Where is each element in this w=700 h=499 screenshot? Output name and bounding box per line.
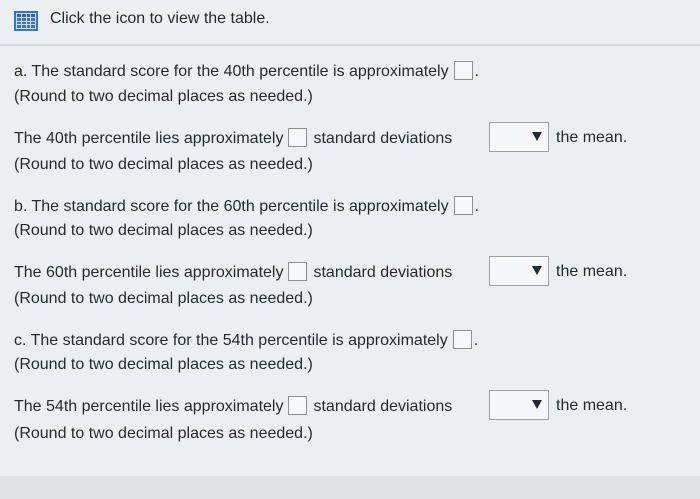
direction-dropdown-b[interactable] — [489, 256, 549, 286]
dropdown-arrow-icon — [532, 400, 542, 409]
question-b-score: b. The standard score for the 60th perce… — [14, 196, 479, 217]
question-c-score-label: c. The standard score for the 54th perce… — [14, 332, 448, 349]
answer-c-score-input[interactable] — [452, 330, 472, 349]
question-a-lies: The 40th percentile lies approximately st… — [14, 128, 452, 149]
question-b-score-label: b. The standard score for the 60th perce… — [14, 198, 449, 215]
question-b-lies: The 60th percentile lies approximately st… — [14, 262, 452, 283]
the-mean-label: the mean. — [556, 397, 628, 414]
standard-deviations-label: standard deviations — [313, 130, 453, 147]
answer-a-sd-input[interactable] — [288, 128, 308, 147]
question-c-score-round-note: (Round to two decimal places as needed.) — [14, 356, 313, 373]
period: . — [473, 332, 479, 349]
the-mean-label: the mean. — [556, 263, 628, 280]
question-c-lies-round-note: (Round to two decimal places as needed.) — [14, 425, 313, 442]
question-a-score-label: a. The standard score for the 40th perce… — [14, 63, 449, 80]
period: . — [474, 63, 480, 80]
answer-c-sd-input[interactable] — [288, 396, 308, 415]
question-a-lies-round-note: (Round to two decimal places as needed.) — [14, 156, 313, 173]
answer-b-sd-input[interactable] — [288, 262, 308, 281]
answer-b-score-input[interactable] — [453, 196, 473, 215]
question-c-lies: The 54th percentile lies approximately st… — [14, 396, 452, 417]
header-bar: Click the icon to view the table. — [0, 0, 700, 40]
divider — [0, 44, 700, 46]
instruction-text: Click the icon to view the table. — [50, 10, 270, 27]
dropdown-arrow-icon — [532, 132, 542, 141]
table-icon[interactable] — [14, 11, 38, 31]
question-b-score-round-note: (Round to two decimal places as needed.) — [14, 222, 313, 239]
standard-deviations-label: standard deviations — [313, 398, 453, 415]
dropdown-arrow-icon — [532, 266, 542, 275]
period: . — [474, 198, 480, 215]
standard-deviations-label: standard deviations — [313, 264, 453, 281]
question-c-lies-label: The 54th percentile lies approximately — [14, 398, 284, 415]
question-b-lies-round-note: (Round to two decimal places as needed.) — [14, 290, 313, 307]
question-a-score-round-note: (Round to two decimal places as needed.) — [14, 88, 313, 105]
question-a-lies-label: The 40th percentile lies approximately — [14, 130, 284, 147]
direction-dropdown-a[interactable] — [489, 122, 549, 152]
bottom-band — [0, 476, 700, 499]
the-mean-label: the mean. — [556, 129, 628, 146]
answer-a-score-input[interactable] — [453, 61, 473, 80]
question-c-score: c. The standard score for the 54th perce… — [14, 330, 478, 351]
question-a-score: a. The standard score for the 40th perce… — [14, 61, 479, 82]
direction-dropdown-c[interactable] — [489, 390, 549, 420]
question-b-lies-label: The 60th percentile lies approximately — [14, 264, 284, 281]
